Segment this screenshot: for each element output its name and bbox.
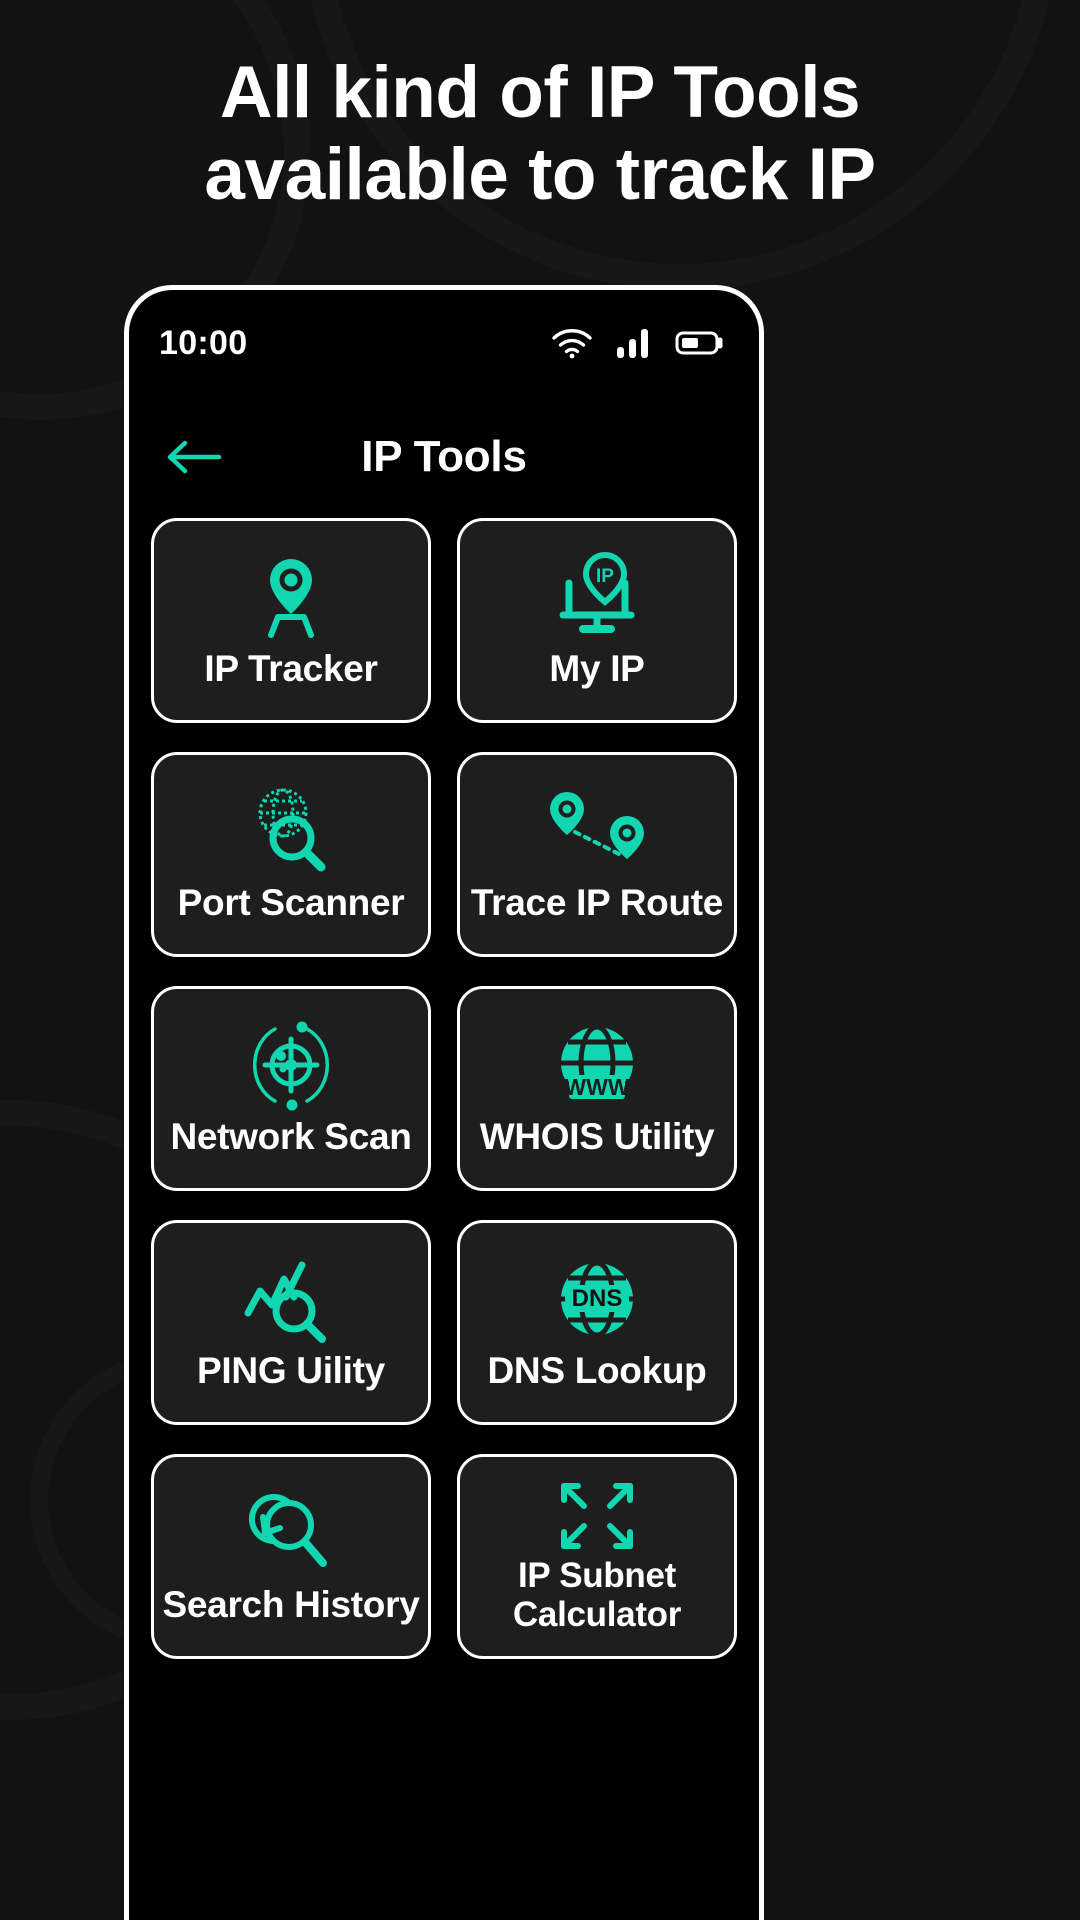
svg-text:WWW: WWW <box>564 1074 629 1100</box>
promo-headline-line1: All kind of IP Tools <box>219 52 861 133</box>
tool-tile-label: IP Tracker <box>204 648 378 690</box>
status-bar: 10:00 <box>129 290 759 396</box>
tool-tile-trace-ip-route[interactable]: Trace IP Route <box>457 752 737 957</box>
tools-grid: IP Tracker IP My IP Port Scanner Trace I… <box>129 518 759 1659</box>
tool-tile-label: DNS Lookup <box>487 1350 707 1392</box>
promo-screenshot: All kind of IP Tools available to track … <box>0 0 1080 1920</box>
tool-tile-ip-tracker[interactable]: IP Tracker <box>151 518 431 723</box>
radar-crosshair-icon <box>245 1017 337 1113</box>
back-button[interactable] <box>163 432 225 482</box>
promo-headline: All kind of IP Tools available to track … <box>0 52 1080 216</box>
globe-dns-icon: DNS <box>549 1251 645 1347</box>
tool-tile-label: Trace IP Route <box>470 882 724 924</box>
tool-tile-ip-subnet-calculator[interactable]: IP Subnet Calculator <box>457 1454 737 1659</box>
tool-tile-dns-lookup[interactable]: DNS DNS Lookup <box>457 1220 737 1425</box>
location-pin-tracker-icon <box>245 549 337 645</box>
expand-arrows-icon <box>554 1477 640 1555</box>
tool-tile-ping-utility[interactable]: PING Uility <box>151 1220 431 1425</box>
tool-tile-label: Network Scan <box>170 1116 412 1158</box>
app-bar: IP Tools <box>129 396 759 518</box>
tool-tile-port-scanner[interactable]: Port Scanner <box>151 752 431 957</box>
status-bar-icons <box>551 327 725 359</box>
tool-tile-label: My IP <box>549 648 645 690</box>
phone-mockup: 10:00 IP Tools IP Tracker IP My IP Port … <box>124 285 764 1920</box>
cellular-signal-icon <box>617 329 648 358</box>
two-pins-route-icon <box>537 783 657 879</box>
tool-tile-whois-utility[interactable]: WWW WHOIS Utility <box>457 986 737 1191</box>
wifi-icon <box>552 329 592 359</box>
globe-www-icon: WWW <box>549 1017 645 1113</box>
tool-tile-label: PING Uility <box>197 1350 385 1392</box>
tool-tile-label: Search History <box>162 1584 420 1626</box>
tool-tile-my-ip[interactable]: IP My IP <box>457 518 737 723</box>
svg-text:DNS: DNS <box>572 1285 623 1312</box>
chart-magnifier-icon <box>242 1251 340 1347</box>
back-arrow-icon <box>167 440 222 474</box>
magnifier-history-icon <box>245 1485 337 1581</box>
status-bar-clock: 10:00 <box>159 323 248 362</box>
promo-headline-line2: available to track IP <box>204 133 876 215</box>
tool-tile-label: IP Subnet Calculator <box>512 1556 682 1634</box>
tool-tile-label: Port Scanner <box>177 882 405 924</box>
svg-text:IP: IP <box>596 566 614 587</box>
globe-magnifier-icon <box>245 783 337 879</box>
tool-tile-search-history[interactable]: Search History <box>151 1454 431 1659</box>
monitor-ip-pin-icon: IP <box>547 549 647 645</box>
tool-tile-network-scan[interactable]: Network Scan <box>151 986 431 1191</box>
battery-icon <box>675 331 723 355</box>
tool-tile-label: WHOIS Utility <box>479 1116 715 1158</box>
